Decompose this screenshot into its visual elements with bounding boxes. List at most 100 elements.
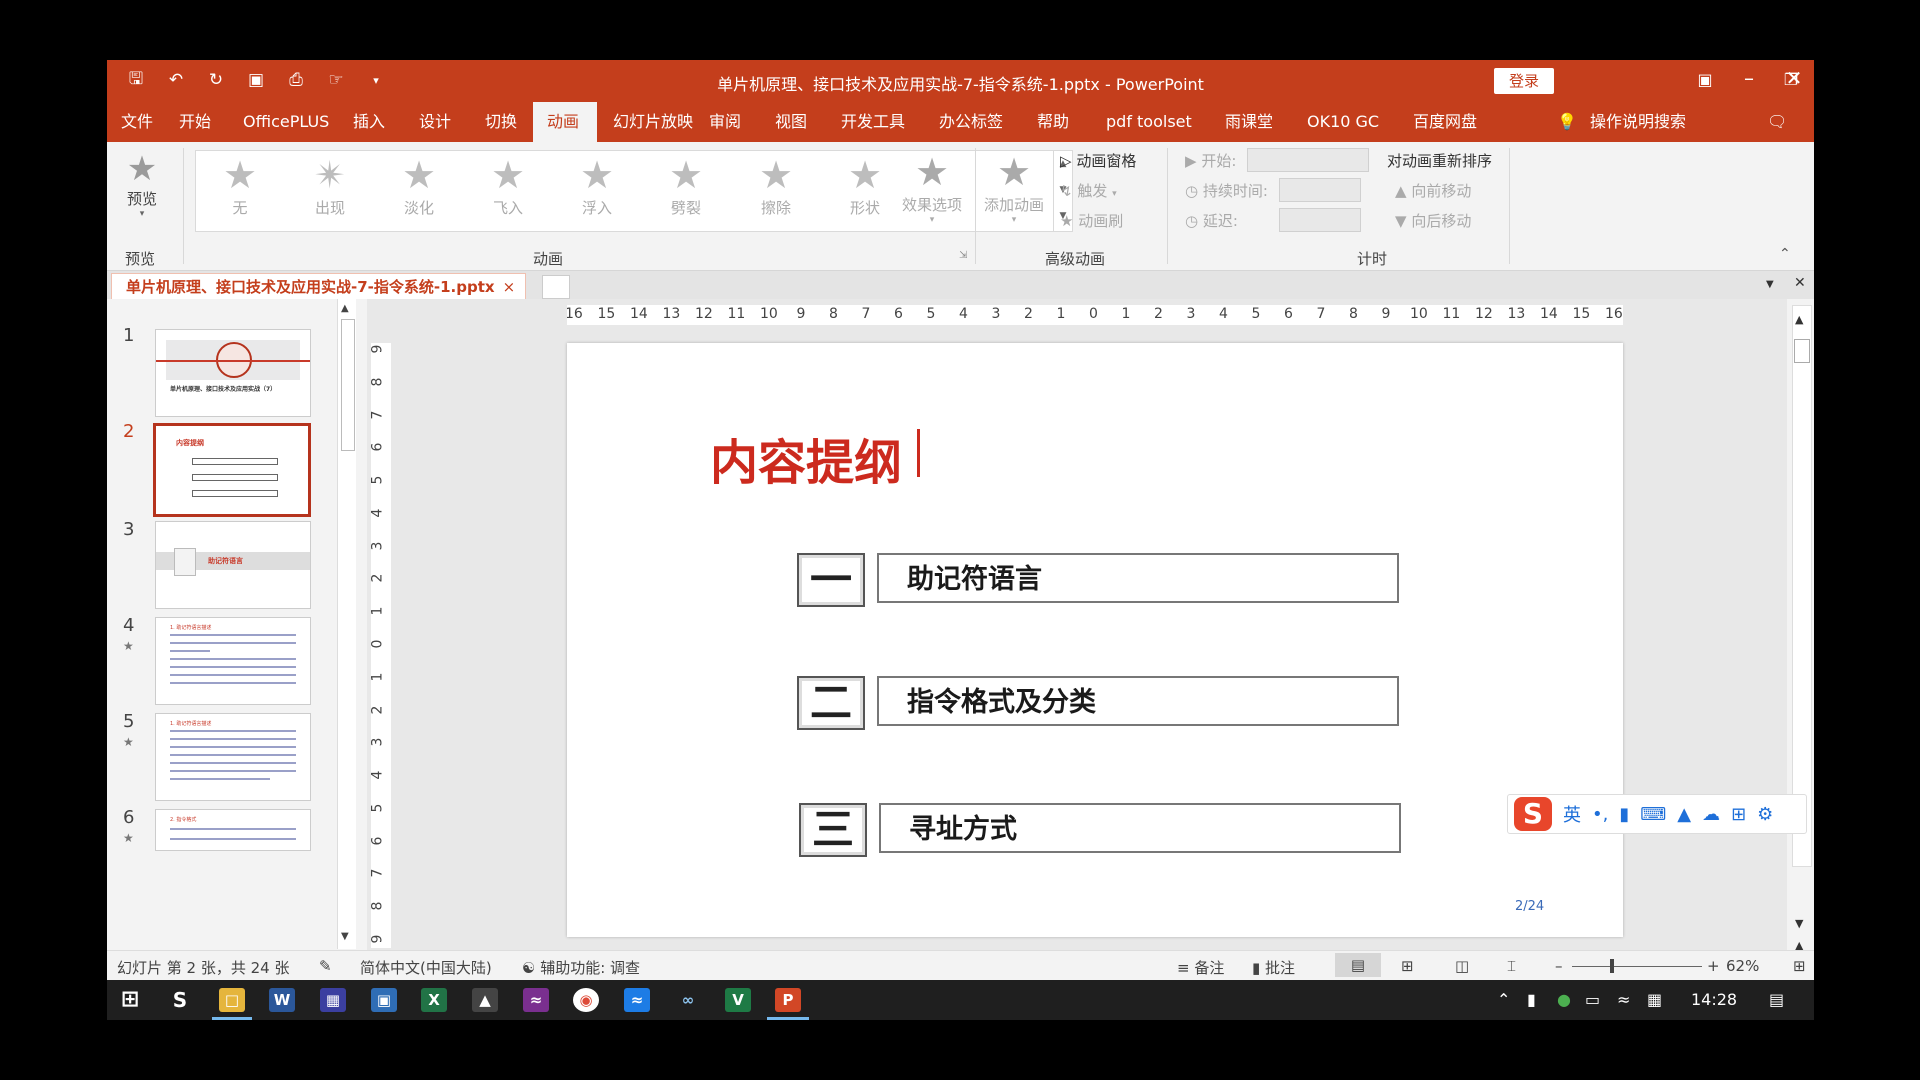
tab-office-tab[interactable]: 办公标签 [925,102,1017,142]
file-explorer-icon[interactable]: □ [219,988,245,1012]
zoom-in-icon[interactable]: + [1707,957,1720,975]
tray-overflow-icon[interactable]: ⌃ [1497,990,1510,1009]
tab-transitions[interactable]: 切换 [471,102,531,142]
tab-baidu-netdisk[interactable]: 百度网盘 [1399,102,1491,142]
microphone-icon[interactable]: ▮ [1527,990,1536,1009]
comments-icon[interactable]: 🗨 [1767,112,1787,131]
scroll-up-icon[interactable]: ▲ [341,303,349,314]
zoom-level[interactable]: 62% [1726,957,1759,975]
preview-button[interactable]: ★ 预览 ▾ [122,150,162,219]
item-text-box[interactable]: 指令格式及分类 [877,676,1399,726]
sogou-icon[interactable]: S [167,988,193,1012]
slide-sorter-icon[interactable]: ⊞ [1401,957,1414,975]
language-status[interactable]: 简体中文(中国大陆) [360,957,492,978]
tab-officeplus[interactable]: OfficePLUS [229,102,343,142]
close-document-icon[interactable]: ✕ [1794,275,1806,291]
notes-button[interactable]: ≡ 备注 [1177,957,1224,978]
battery-icon[interactable]: ▭ [1585,990,1600,1009]
scroll-up-icon[interactable]: ▲ [1795,313,1803,326]
chrome-icon[interactable]: ◉ [573,988,599,1012]
tab-list-icon[interactable]: ▼ [1766,279,1774,290]
login-button[interactable]: 登录 [1494,68,1554,94]
slideshow-view-icon[interactable]: ⌶ [1507,957,1516,975]
clock[interactable]: 14:28 [1691,990,1737,1009]
slide-thumbnail-3[interactable]: 助记符语言 [155,521,311,609]
scroll-thumb[interactable] [1794,339,1810,363]
scroll-down-icon[interactable]: ▼ [341,931,349,942]
item-text-box[interactable]: 寻址方式 [879,803,1401,853]
editor-scrollbar[interactable]: ▲ ▼ ▲ [1787,299,1814,952]
add-animation-button[interactable]: ★ 添加动画 ▾ [979,150,1049,225]
slide-thumbnail-4[interactable]: 1. 助记符语言描述 [155,617,311,705]
item-number-box[interactable]: 二 [797,676,865,730]
excel-icon[interactable]: X [421,988,447,1012]
slide-thumbnail-6[interactable]: 2. 指令格式 [155,809,311,851]
slide-thumbnail-1[interactable]: 单片机原理、接口技术及应用实战（7） [155,329,311,417]
tab-ok10gc[interactable]: OK10 GC [1293,102,1393,142]
timing-delay-input[interactable] [1279,208,1361,232]
timing-start-select[interactable] [1247,148,1369,172]
effect-shape[interactable]: ★ 形状 [825,153,905,218]
item-number-box[interactable]: 三 [799,803,867,857]
cloud-icon[interactable]: ☁ [1702,804,1720,825]
accessibility-status[interactable]: ☯ 辅助功能: 调查 [522,957,640,978]
ribbon-display-icon[interactable]: ▣ [1685,70,1725,89]
slide-title[interactable]: 内容提纲 [710,423,902,493]
tab-slideshow[interactable]: 幻灯片放映 [599,102,707,142]
reading-view-icon[interactable]: ◫ [1455,957,1469,975]
dialog-launcher-icon[interactable]: ⇲ [959,250,967,261]
settings-gear-icon[interactable]: ⚙ [1757,804,1773,825]
fit-to-window-icon[interactable]: ⊞ [1793,957,1806,975]
notification-icon[interactable]: ▤ [1769,990,1784,1009]
tab-home[interactable]: 开始 [165,102,225,142]
ime-mode[interactable]: 英 [1563,801,1581,827]
collapse-ribbon-icon[interactable]: ⌃ [1779,246,1791,262]
zoom-slider-knob[interactable] [1610,959,1614,973]
item-number-box[interactable]: 一 [797,553,865,607]
effect-float-in[interactable]: ★ 浮入 [557,153,637,218]
comments-button[interactable]: ▮ 批注 [1252,957,1295,978]
new-tab-button[interactable] [542,275,570,299]
toolbox-icon[interactable]: ⊞ [1731,804,1746,825]
skin-icon[interactable]: ▲ [1677,804,1691,825]
scroll-thumb[interactable] [341,319,355,451]
ime-toolbar[interactable]: S 英 •, ▮ ⌨ ▲ ☁ ⊞ ⚙ [1507,794,1807,834]
zoom-out-icon[interactable]: – [1555,957,1563,975]
tab-file[interactable]: 文件 [107,102,167,142]
close-tab-icon[interactable]: × [503,278,516,296]
document-tab[interactable]: 单片机原理、接口技术及应用实战-7-指令系统-1.pptx × [111,273,527,300]
item-text-box[interactable]: 助记符语言 [877,553,1399,603]
animation-painter-button[interactable]: ★ 动画刷 [1060,210,1123,231]
scroll-track[interactable] [1792,305,1812,867]
tab-rain-classroom[interactable]: 雨课堂 [1211,102,1287,142]
security-icon[interactable]: ● [1557,990,1571,1009]
effect-options-button[interactable]: ★ 效果选项 ▾ [897,150,967,225]
app-icon[interactable]: ▦ [320,988,346,1012]
windows-start-icon[interactable]: ⊞ [117,988,143,1012]
tab-view[interactable]: 视图 [761,102,821,142]
minimize-icon[interactable]: – [1729,66,1769,90]
tab-pdf-toolset[interactable]: pdf toolset [1092,102,1206,142]
punctuation-icon[interactable]: •, [1592,804,1608,825]
timing-duration-input[interactable] [1279,178,1361,202]
keyboard-icon[interactable]: ⌨ [1640,804,1666,825]
animation-pane-button[interactable]: ▷ 动画窗格 [1060,150,1136,171]
tab-design[interactable]: 设计 [405,102,465,142]
app-icon[interactable]: ▲ [472,988,498,1012]
effect-fade[interactable]: ★ 淡化 [379,153,459,218]
word-icon[interactable]: W [269,988,295,1012]
app-icon[interactable]: ≈ [523,988,549,1012]
effect-split[interactable]: ★ 劈裂 [646,153,726,218]
zoom-slider[interactable] [1572,966,1702,967]
move-later-button[interactable]: ▼ 向后移动 [1395,210,1471,231]
scroll-down-icon[interactable]: ▼ [1795,917,1803,930]
tab-insert[interactable]: 插入 [339,102,399,142]
app-icon[interactable]: ≈ [624,988,650,1012]
slide-canvas[interactable]: 内容提纲 一 助记符语言 二 指令格式及分类 三 寻址方式 2/24 [567,343,1623,937]
slide-thumbnail-2[interactable]: 内容提纲 [153,423,311,517]
tell-me-search[interactable]: 💡 操作说明搜索 [1557,102,1686,142]
app-icon[interactable]: V [725,988,751,1012]
spell-check-icon[interactable]: ✎ [319,957,332,975]
sogou-logo[interactable]: S [1514,797,1552,831]
effect-fly-in[interactable]: ★ 飞入 [468,153,548,218]
